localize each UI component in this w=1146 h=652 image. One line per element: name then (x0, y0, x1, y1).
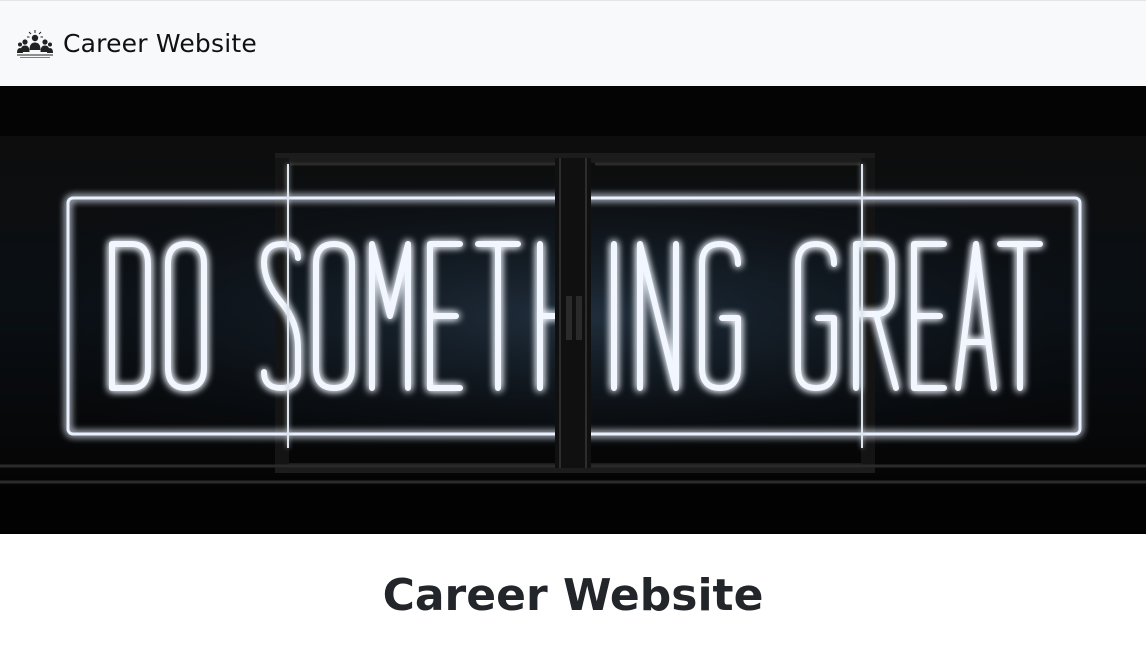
neon-sign-image (0, 86, 1146, 534)
page-title: Career Website (382, 570, 764, 621)
navbar-brand-link[interactable]: Career Website (16, 29, 257, 59)
brand-text: Career Website (63, 29, 257, 58)
people-group-icon (17, 29, 53, 58)
navbar: Career Website (0, 0, 1146, 86)
hero-banner-image (0, 86, 1146, 534)
